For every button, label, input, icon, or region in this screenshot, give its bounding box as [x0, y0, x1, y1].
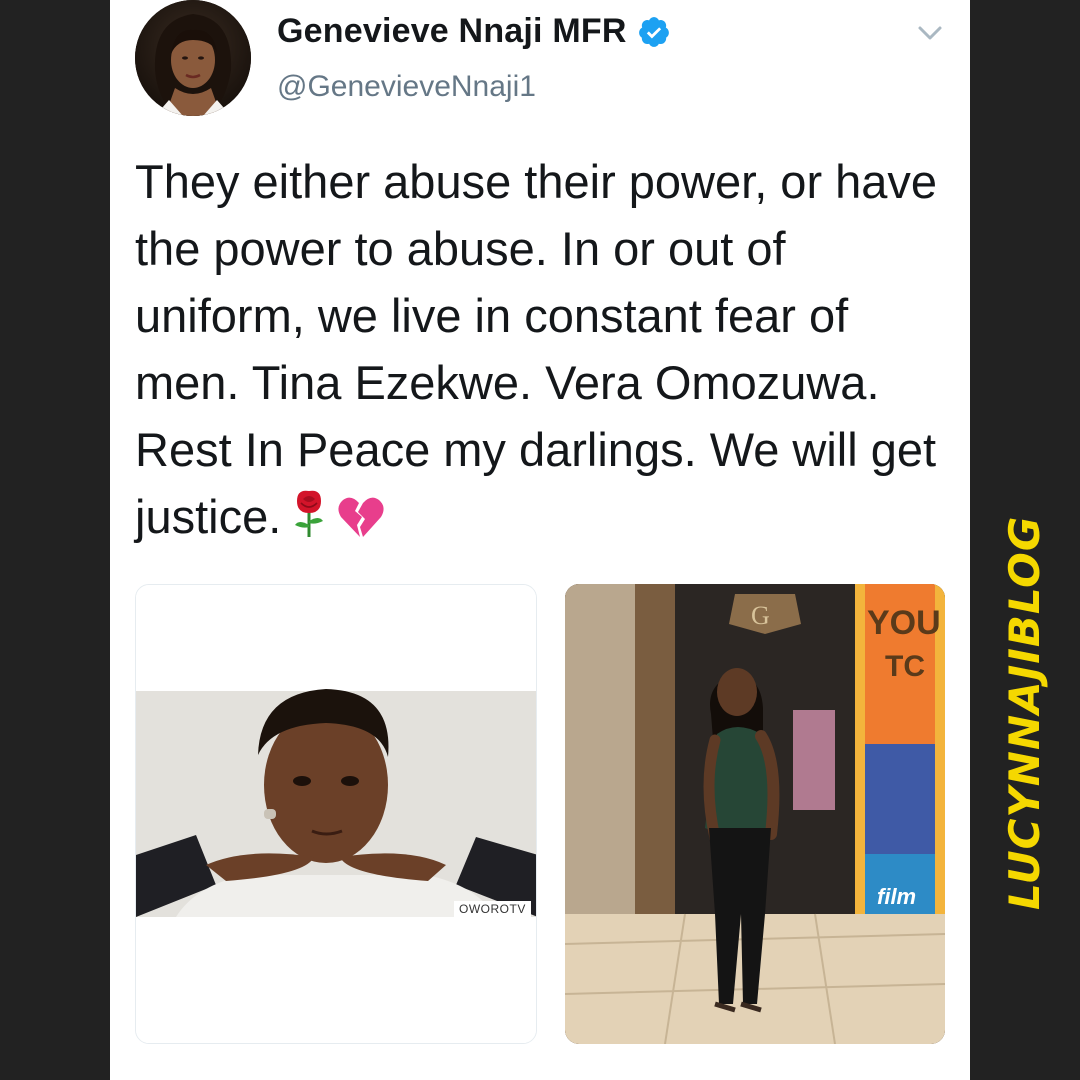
- tweet-card: Genevieve Nnaji MFR @GenevieveNnaji1 The…: [110, 0, 970, 1080]
- tweet-header: Genevieve Nnaji MFR @GenevieveNnaji1: [135, 0, 955, 120]
- user-handle[interactable]: @GenevieveNnaji1: [277, 70, 536, 104]
- name-row: Genevieve Nnaji MFR: [277, 12, 671, 51]
- watermark-text: LUCYNNAJIBLOG: [1000, 516, 1049, 910]
- media-image-left[interactable]: OWOROTV: [135, 584, 537, 1044]
- svg-text:G: G: [751, 601, 770, 630]
- chevron-down-icon[interactable]: [915, 18, 945, 48]
- verified-badge-icon: [638, 16, 669, 47]
- poster-text-1: YOU: [867, 604, 941, 642]
- avatar-portrait-icon: [135, 0, 251, 116]
- instagram-frame: Genevieve Nnaji MFR @GenevieveNnaji1 The…: [0, 0, 1080, 1080]
- tweet-text: They either abuse their power, or have t…: [135, 155, 938, 543]
- display-name[interactable]: Genevieve Nnaji MFR: [277, 12, 627, 51]
- poster-text-3: film: [877, 884, 916, 909]
- photo-woman-standing: G YOU TC film: [565, 584, 945, 1044]
- photo-girl-portrait: [136, 585, 536, 1043]
- broken-heart-emoji-icon: [337, 489, 385, 556]
- avatar[interactable]: [135, 0, 251, 116]
- rose-emoji-icon: [287, 489, 331, 556]
- media-image-right[interactable]: G YOU TC film: [565, 584, 945, 1044]
- poster-text-2: TC: [885, 650, 925, 683]
- lucynnajiblog-watermark: LUCYNNAJIBLOG: [1000, 516, 1049, 910]
- tweet-media-grid: OWOROTV G YOU TC film: [135, 584, 945, 1044]
- image-tag-label: OWOROTV: [454, 901, 531, 917]
- tweet-body: They either abuse their power, or have t…: [135, 148, 945, 556]
